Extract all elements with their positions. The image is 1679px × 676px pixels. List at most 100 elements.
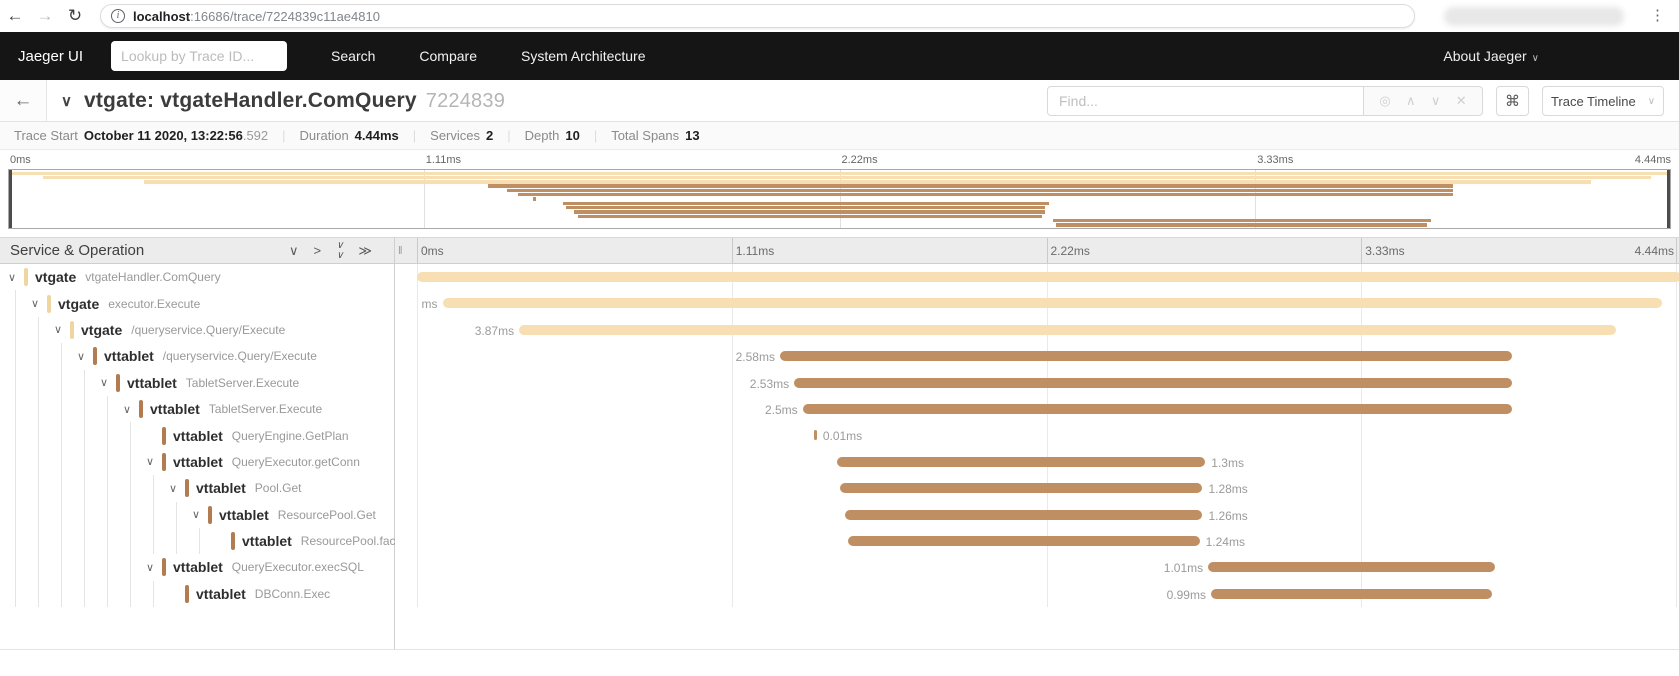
span-expand-chevron-icon[interactable]: ∨ — [146, 561, 162, 574]
span-track: 1.3ms — [417, 449, 1676, 475]
span-expand-chevron-icon[interactable]: ∨ — [192, 508, 208, 521]
span-tree-row[interactable]: ∨vtgatevtgateHandler.ComQuery — [0, 264, 394, 290]
span-bar-row[interactable]: ms — [395, 290, 1679, 316]
trace-view-selector[interactable]: Trace Timeline∨ — [1542, 86, 1664, 116]
trace-collapse-chevron-icon[interactable]: ∨ — [61, 92, 72, 110]
span-duration-bar[interactable] — [417, 272, 1679, 282]
summary-value: October 11 2020, 13:22:56 — [84, 128, 243, 143]
span-bar-row[interactable]: 1.01ms — [395, 554, 1679, 580]
span-service-name: vttablet — [219, 507, 269, 523]
span-expand-chevron-icon[interactable]: ∨ — [54, 323, 70, 336]
span-duration-bar[interactable] — [519, 325, 1616, 335]
nav-item-compare[interactable]: Compare — [419, 48, 477, 64]
next-match-icon[interactable]: ∨ — [1431, 93, 1441, 109]
span-duration-bar[interactable] — [794, 378, 1511, 388]
span-duration-label: 1.24ms — [1200, 535, 1245, 549]
span-operation-name: DBConn.Exec — [255, 587, 330, 601]
span-tree-row[interactable]: ∨vttabletQueryExecutor.getConn — [0, 449, 394, 475]
jaeger-navbar: Jaeger UI Search Compare System Architec… — [0, 32, 1679, 80]
nav-item-system-architecture[interactable]: System Architecture — [521, 48, 646, 64]
span-bar-row[interactable] — [395, 264, 1679, 290]
span-expand-chevron-icon[interactable]: ∨ — [100, 376, 116, 389]
collapse-all-icon[interactable]: > — [313, 244, 321, 257]
match-locate-icon[interactable]: ◎ — [1379, 93, 1390, 109]
prev-match-icon[interactable]: ∧ — [1406, 93, 1416, 109]
nav-item-search[interactable]: Search — [331, 48, 375, 64]
span-expand-chevron-icon[interactable]: ∨ — [77, 350, 93, 363]
span-duration-bar[interactable] — [803, 404, 1512, 414]
span-duration-bar[interactable] — [443, 298, 1662, 308]
span-bar-row[interactable]: 1.3ms — [395, 449, 1679, 475]
indent-guide — [54, 528, 77, 554]
span-tree-row[interactable]: ∨vttabletTabletServer.Execute — [0, 370, 394, 396]
timeline-minimap[interactable] — [8, 169, 1671, 229]
url-bar[interactable]: i localhost:16686/trace/7224839c11ae4810 — [100, 4, 1415, 28]
span-tree-row[interactable]: ∨vtgateexecutor.Execute — [0, 290, 394, 316]
indent-guide — [77, 502, 100, 528]
collapse-one-icon[interactable]: ∨ — [289, 244, 299, 257]
jaeger-brand[interactable]: Jaeger UI — [18, 48, 83, 65]
expand-all-icon[interactable]: ≫ — [358, 244, 372, 257]
indent-guide — [31, 581, 54, 607]
span-duration-bar[interactable] — [845, 510, 1202, 520]
span-operation-name: TabletServer.Execute — [186, 376, 299, 390]
span-track: 2.58ms — [417, 343, 1676, 369]
trace-id-lookup-input[interactable] — [111, 41, 287, 71]
column-resize-grip[interactable]: ‖ — [398, 245, 402, 257]
span-tree-row[interactable]: ∨vttablet/queryservice.Query/Execute — [0, 343, 394, 369]
span-tree-row[interactable]: ∨vttabletTabletServer.Execute — [0, 396, 394, 422]
span-duration-bar[interactable] — [840, 483, 1203, 493]
page-info-icon[interactable]: i — [111, 9, 125, 23]
clear-find-icon[interactable]: ✕ — [1456, 93, 1467, 109]
span-tree-row[interactable]: vttablet DBConn.Exec — [0, 581, 394, 607]
span-duration-label: 1.01ms — [1164, 561, 1208, 575]
span-bar-row[interactable]: 3.87ms — [395, 317, 1679, 343]
span-bar-row[interactable]: 2.53ms — [395, 370, 1679, 396]
span-duration-bar[interactable] — [848, 536, 1200, 546]
browser-forward-icon[interactable]: → — [30, 6, 60, 26]
span-tree-row[interactable]: ∨vttabletPool.Get — [0, 475, 394, 501]
indent-guide — [8, 475, 31, 501]
span-bar-row[interactable]: 1.24ms — [395, 528, 1679, 554]
back-button[interactable]: ← — [0, 80, 47, 121]
span-service-name: vttablet — [196, 586, 246, 602]
span-duration-bar[interactable] — [1211, 589, 1492, 599]
browser-menu-icon[interactable]: ⋮ — [1650, 0, 1665, 32]
span-bar-row[interactable]: 2.58ms — [395, 343, 1679, 369]
browser-reload-icon[interactable]: ↻ — [60, 6, 90, 26]
span-tree-row[interactable]: ∨vttabletResourcePool.Get — [0, 502, 394, 528]
span-expand-chevron-icon[interactable]: ∨ — [8, 271, 24, 284]
span-duration-bar[interactable] — [837, 457, 1206, 467]
span-expand-chevron-icon[interactable]: ∨ — [31, 297, 47, 310]
span-service-name: vttablet — [150, 401, 200, 417]
span-duration-bar[interactable] — [1208, 562, 1494, 572]
span-tree-row[interactable]: vttabletQueryEngine.GetPlan — [0, 422, 394, 448]
span-bar-row[interactable]: 0.01ms — [395, 422, 1679, 448]
span-expand-chevron-icon[interactable]: ∨ — [146, 455, 162, 468]
span-bar-row[interactable]: 1.26ms — [395, 502, 1679, 528]
minimap-right-scrubber-handle[interactable] — [1667, 170, 1670, 228]
span-bar-row[interactable]: 0.99ms — [395, 581, 1679, 607]
span-tree-row[interactable]: ∨vttabletQueryExecutor.execSQL — [0, 554, 394, 580]
find-input[interactable] — [1047, 86, 1364, 116]
span-track: ms — [417, 290, 1676, 316]
span-tree-row[interactable]: ∨vtgate/queryservice.Query/Execute — [0, 317, 394, 343]
indent-guide — [77, 396, 100, 422]
span-expand-chevron-icon[interactable]: ∨ — [169, 482, 185, 495]
about-jaeger-menu[interactable]: About Jaeger∨ — [1443, 48, 1539, 64]
minimap-tick-label: 1.11ms — [424, 154, 461, 166]
span-bar-row[interactable]: 1.28ms — [395, 475, 1679, 501]
span-bar-row[interactable]: 2.5ms — [395, 396, 1679, 422]
keyboard-shortcuts-button[interactable]: ⌘ — [1496, 86, 1529, 116]
summary-label: Trace Start — [14, 128, 78, 143]
span-duration-bar[interactable] — [780, 351, 1512, 361]
indent-guide — [100, 449, 123, 475]
expand-one-icon[interactable]: ∨∨ — [336, 241, 343, 261]
span-tree-row[interactable]: vttabletResourcePool.factory — [0, 528, 394, 554]
browser-back-icon[interactable]: ← — [0, 6, 30, 26]
span-expand-chevron-icon[interactable]: ∨ — [123, 403, 139, 416]
command-icon: ⌘ — [1505, 92, 1520, 110]
indent-guide — [77, 370, 100, 396]
minimap-left-scrubber-handle[interactable] — [9, 170, 12, 228]
service-color-swatch — [231, 532, 235, 550]
